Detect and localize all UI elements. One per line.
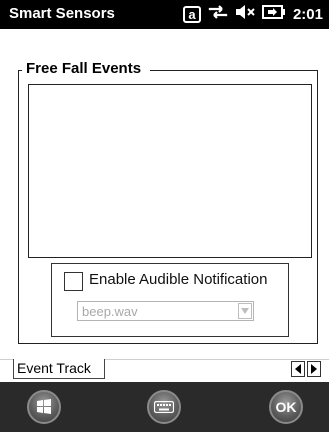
keyboard-icon [154,401,174,413]
soft-key-bar: OK [0,382,329,432]
tab-scroll-right-button[interactable] [307,361,321,377]
status-icons: a 2:01 [182,3,323,26]
start-button[interactable] [27,390,61,424]
sound-file-select[interactable]: beep.wav [77,301,254,321]
status-bar: Smart Sensors a 2:01 [0,0,329,29]
tab-scroll-left-button[interactable] [291,361,305,377]
group-title: Free Fall Events [24,60,144,77]
events-list[interactable] [28,84,312,258]
chevron-right-icon [311,364,317,374]
keyboard-button[interactable] [147,390,181,424]
audible-notification-checkbox[interactable] [64,272,83,291]
group-border-right [150,70,318,71]
volume-muted-icon[interactable] [235,4,255,25]
input-mode-icon: a [182,5,201,23]
chevron-left-icon [295,364,301,374]
group-border-left [18,70,22,71]
clock[interactable]: 2:01 [293,6,323,23]
sound-file-value: beep.wav [82,304,138,319]
connection-icon [208,3,228,26]
ok-button[interactable]: OK [269,390,303,424]
audible-notification-label[interactable]: Enable Audible Notification [89,271,267,288]
dropdown-button[interactable] [238,303,252,319]
battery-icon [261,4,286,25]
windows-start-icon [37,399,51,414]
app-title: Smart Sensors [9,5,115,22]
chevron-down-icon [241,308,249,314]
tab-event-track[interactable]: Event Track [13,359,105,379]
ok-label: OK [275,399,297,415]
